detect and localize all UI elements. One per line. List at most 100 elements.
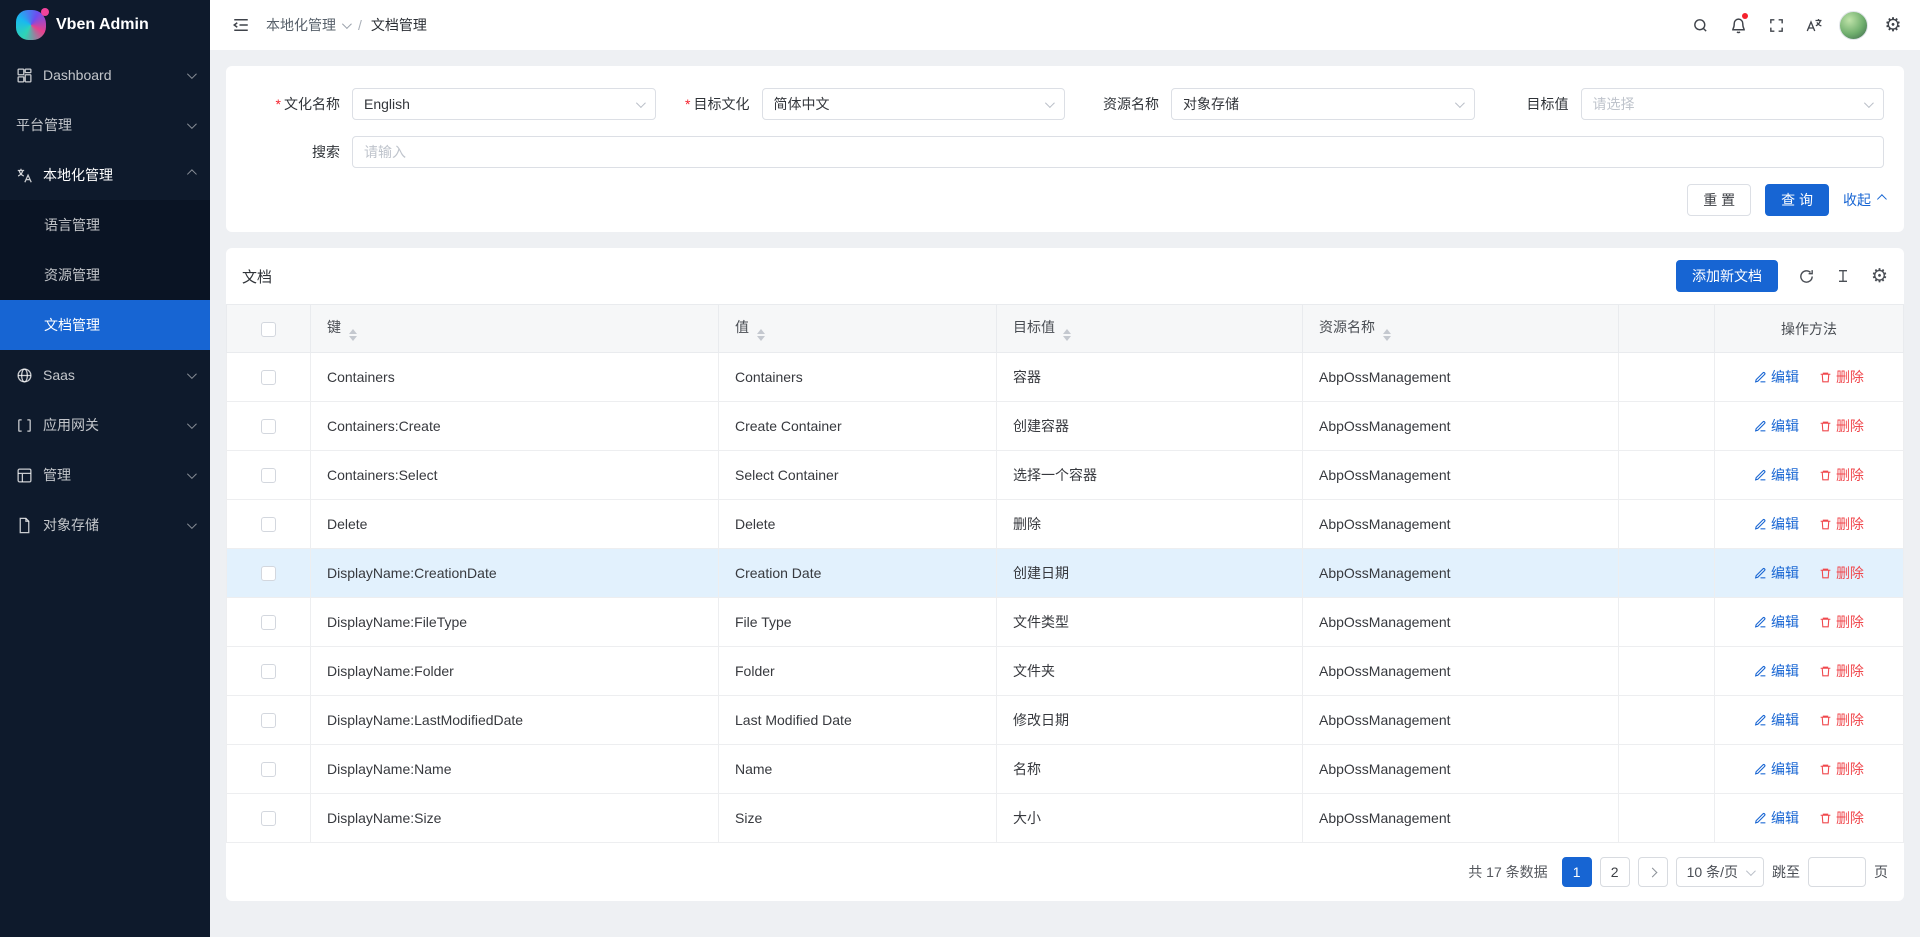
breadcrumb-current: 文档管理	[371, 15, 427, 35]
culture-name-select[interactable]: English	[352, 88, 656, 120]
edit-link[interactable]: 编辑	[1754, 612, 1799, 632]
edit-link[interactable]: 编辑	[1754, 465, 1799, 485]
fullscreen-icon[interactable]	[1757, 0, 1795, 50]
edit-link[interactable]: 编辑	[1754, 367, 1799, 387]
table-row[interactable]: Containers:Select Select Container 选择一个容…	[227, 451, 1904, 500]
select-all-checkbox[interactable]	[261, 322, 276, 337]
sort-icon[interactable]	[349, 329, 357, 341]
table-row[interactable]: DisplayName:LastModifiedDate Last Modifi…	[227, 696, 1904, 745]
user-avatar[interactable]	[1839, 11, 1868, 40]
cell-target-value: 修改日期	[997, 696, 1303, 745]
row-checkbox[interactable]	[261, 468, 276, 483]
cell-target-value: 创建容器	[997, 402, 1303, 451]
add-document-button[interactable]: 添加新文档	[1676, 260, 1778, 292]
page-jump-input[interactable]	[1808, 857, 1866, 887]
cell-spacer	[1619, 549, 1715, 598]
sidebar-item-resource-management[interactable]: 资源管理	[0, 250, 210, 300]
query-button[interactable]: 查 询	[1765, 184, 1829, 216]
table-row[interactable]: DisplayName:Size Size 大小 AbpOssManagemen…	[227, 794, 1904, 843]
sidebar-fold-icon[interactable]	[224, 0, 258, 50]
sort-icon[interactable]	[1383, 329, 1391, 341]
row-checkbox[interactable]	[261, 811, 276, 826]
pagination-total: 共 17 条数据	[1468, 862, 1547, 882]
sidebar-item-dashboard[interactable]: Dashboard	[0, 50, 210, 100]
cell-target-value: 大小	[997, 794, 1303, 843]
table-row[interactable]: DisplayName:Name Name 名称 AbpOssManagemen…	[227, 745, 1904, 794]
page-button-2[interactable]: 2	[1600, 857, 1630, 887]
column-settings-gear-icon[interactable]: ⚙	[1871, 267, 1888, 286]
settings-gear-icon[interactable]: ⚙	[1874, 0, 1912, 50]
search-input[interactable]	[352, 136, 1884, 168]
edit-link[interactable]: 编辑	[1754, 661, 1799, 681]
sidebar-item-language-management[interactable]: 语言管理	[0, 200, 210, 250]
column-header-key[interactable]: 键	[311, 305, 719, 353]
translate-icon[interactable]	[1795, 0, 1833, 50]
delete-link[interactable]: 删除	[1819, 563, 1864, 583]
app-logo[interactable]: Vben Admin	[0, 0, 210, 50]
breadcrumb-parent[interactable]: 本地化管理	[266, 15, 349, 35]
page-size-select[interactable]: 10 条/页	[1676, 857, 1764, 887]
target-value-select[interactable]: 请选择	[1581, 88, 1885, 120]
reset-button[interactable]: 重 置	[1687, 184, 1751, 216]
row-checkbox[interactable]	[261, 664, 276, 679]
column-header-resource[interactable]: 资源名称	[1303, 305, 1619, 353]
delete-link[interactable]: 删除	[1819, 612, 1864, 632]
column-header-value[interactable]: 值	[719, 305, 997, 353]
row-height-icon[interactable]	[1835, 268, 1851, 284]
delete-link[interactable]: 删除	[1819, 367, 1864, 387]
cell-actions: 编辑 删除	[1715, 549, 1904, 598]
sidebar-item-document-management[interactable]: 文档管理	[0, 300, 210, 350]
delete-link[interactable]: 删除	[1819, 514, 1864, 534]
table-row[interactable]: DisplayName:CreationDate Creation Date 创…	[227, 549, 1904, 598]
delete-link[interactable]: 删除	[1819, 465, 1864, 485]
row-checkbox[interactable]	[261, 615, 276, 630]
delete-link[interactable]: 删除	[1819, 759, 1864, 779]
search-icon[interactable]	[1681, 0, 1719, 50]
trash-icon	[1819, 763, 1832, 776]
sidebar-item-object-storage[interactable]: 对象存储	[0, 500, 210, 550]
target-culture-select[interactable]: 简体中文	[762, 88, 1066, 120]
edit-link[interactable]: 编辑	[1754, 808, 1799, 828]
table-row[interactable]: Containers Containers 容器 AbpOssManagemen…	[227, 353, 1904, 402]
cell-value: Folder	[719, 647, 997, 696]
sidebar-item-platform[interactable]: 平台管理	[0, 100, 210, 150]
delete-link[interactable]: 删除	[1819, 808, 1864, 828]
table-row[interactable]: DisplayName:Folder Folder 文件夹 AbpOssMana…	[227, 647, 1904, 696]
notification-bell-icon[interactable]	[1719, 0, 1757, 50]
edit-link[interactable]: 编辑	[1754, 710, 1799, 730]
row-checkbox[interactable]	[261, 419, 276, 434]
row-checkbox[interactable]	[261, 762, 276, 777]
row-checkbox[interactable]	[261, 566, 276, 581]
edit-link[interactable]: 编辑	[1754, 514, 1799, 534]
collapse-toggle[interactable]: 收起	[1843, 190, 1884, 210]
page-button-1[interactable]: 1	[1562, 857, 1592, 887]
column-header-target[interactable]: 目标值	[997, 305, 1303, 353]
row-checkbox[interactable]	[261, 713, 276, 728]
table-row[interactable]: DisplayName:FileType File Type 文件类型 AbpO…	[227, 598, 1904, 647]
edit-link[interactable]: 编辑	[1754, 759, 1799, 779]
sidebar-item-gateway[interactable]: 应用网关	[0, 400, 210, 450]
row-checkbox[interactable]	[261, 370, 276, 385]
table-row[interactable]: Delete Delete 删除 AbpOssManagement 编辑 删除	[227, 500, 1904, 549]
refresh-icon[interactable]	[1798, 268, 1815, 285]
edit-link[interactable]: 编辑	[1754, 563, 1799, 583]
delete-link[interactable]: 删除	[1819, 416, 1864, 436]
table-row[interactable]: Containers:Create Create Container 创建容器 …	[227, 402, 1904, 451]
cell-actions: 编辑 删除	[1715, 745, 1904, 794]
pencil-icon	[1754, 665, 1767, 678]
next-page-button[interactable]	[1638, 857, 1668, 887]
delete-link[interactable]: 删除	[1819, 661, 1864, 681]
sidebar-item-saas[interactable]: Saas	[0, 350, 210, 400]
cell-resource-name: AbpOssManagement	[1303, 647, 1619, 696]
delete-link[interactable]: 删除	[1819, 710, 1864, 730]
main-area: 本地化管理 / 文档管理 ⚙	[210, 0, 1920, 937]
cell-target-value: 选择一个容器	[997, 451, 1303, 500]
sidebar-item-management[interactable]: 管理	[0, 450, 210, 500]
sidebar-item-localization[interactable]: 本地化管理	[0, 150, 210, 200]
sort-icon[interactable]	[757, 329, 765, 341]
cell-key: Containers	[311, 353, 719, 402]
sort-icon[interactable]	[1063, 329, 1071, 341]
edit-link[interactable]: 编辑	[1754, 416, 1799, 436]
row-checkbox[interactable]	[261, 517, 276, 532]
resource-name-select[interactable]: 对象存储	[1171, 88, 1475, 120]
